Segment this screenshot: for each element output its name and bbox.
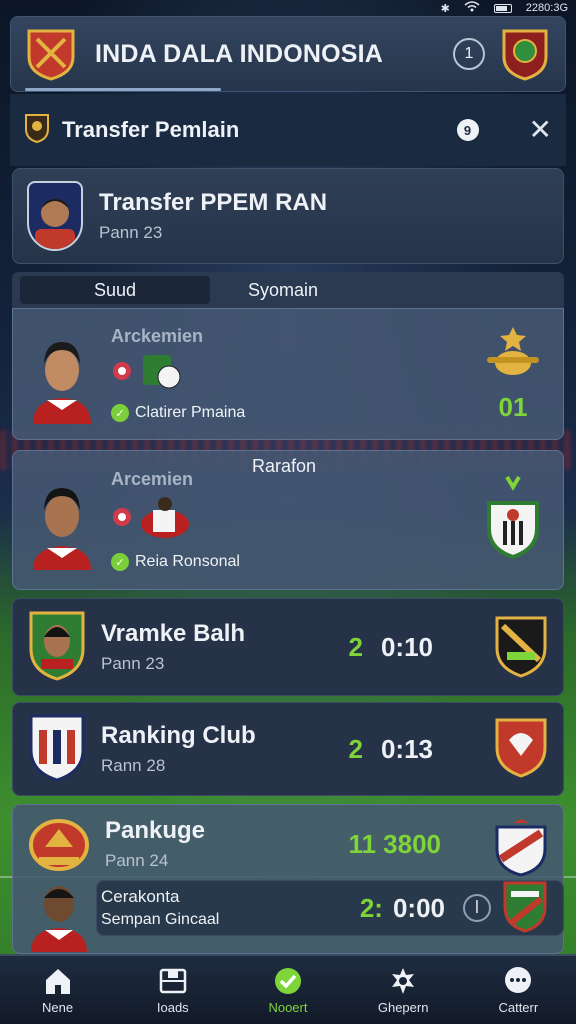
player-caption: Reia Ronsonal <box>135 553 240 570</box>
score-right: 0:13 <box>380 733 433 764</box>
header-underline <box>25 88 221 91</box>
app-title: INDA DALA INDONOSIA <box>95 39 384 68</box>
partner-crest-icon[interactable] <box>499 26 551 82</box>
close-button[interactable]: ✕ <box>529 116 552 144</box>
status-time: 2280:3G <box>525 2 568 14</box>
notification-badge[interactable]: 1 <box>453 38 485 70</box>
match-score: 2: 0:00 <box>360 893 445 924</box>
transfer-title: Transfer Pemlain <box>62 117 240 142</box>
nav-active-label: Nooert <box>268 999 308 1015</box>
transfer-bar: Transfer Pemlain 9 ✕ <box>10 94 566 166</box>
nav-squad[interactable]: Ioads <box>123 966 223 1015</box>
score-left: 2 <box>348 631 363 662</box>
club-crest-icon <box>25 26 77 82</box>
player-card[interactable]: Transfer PPEM RAN Pann 23 <box>12 168 564 264</box>
player-avatar <box>27 470 97 570</box>
nav-chat-label: Catterr <box>498 999 539 1015</box>
tab-bar: Suud Syomain <box>12 272 564 308</box>
player-subtitle: Pann 23 <box>99 223 163 242</box>
fixture-subtitle: Sempan Gincaal <box>101 911 220 928</box>
flag-icon <box>111 360 133 387</box>
club-badge-icon <box>27 609 87 686</box>
trophy-icon <box>483 325 543 386</box>
tab-squad[interactable]: Suud <box>20 276 210 304</box>
score-right: 0:10 <box>380 631 433 662</box>
section-label: Rarafon <box>252 456 317 476</box>
nav-home[interactable]: Nene <box>8 966 108 1015</box>
tab-players[interactable]: Syomain <box>248 276 318 304</box>
club-name: Ranking Club <box>101 722 256 749</box>
nav-active[interactable]: Nooert <box>238 966 338 1015</box>
wifi-icon <box>464 1 480 15</box>
opponent-crest-icon <box>493 716 549 783</box>
score-left: 2: <box>359 892 383 923</box>
player-name: Arckemien <box>111 326 204 346</box>
list-item[interactable]: Cerakonta Sempan Gincaal 2: 0:00 ꟾ <box>96 880 564 936</box>
nav-settings[interactable]: Ghepern <box>353 966 453 1015</box>
match-score: 2 0:10 <box>348 632 433 663</box>
match-score: 11 3800 <box>348 829 441 860</box>
club-crest-icon <box>483 473 543 568</box>
check-icon <box>273 966 303 996</box>
player-avatar <box>27 181 83 251</box>
club-subtitle: Pann 23 <box>101 654 165 673</box>
club-badge-icon <box>27 712 87 787</box>
bluetooth-icon: ✱ <box>440 2 450 15</box>
app-header: INDA DALA INDONOSIA 1 <box>10 16 566 92</box>
info-icon[interactable]: ꟾ <box>463 894 491 922</box>
settings-icon <box>388 966 418 996</box>
opponent-crest-icon <box>493 612 549 683</box>
battery-icon <box>493 3 512 13</box>
list-item[interactable]: Vramke Balh Pann 23 2 0:10 <box>12 598 564 696</box>
player-caption: Clatirer Pmaina <box>135 404 246 421</box>
player-avatar <box>27 882 91 957</box>
player-rating: 01 <box>498 392 528 422</box>
nav-squad-label: Ioads <box>156 999 189 1015</box>
status-bar: ✱ 2280:3G <box>0 0 576 16</box>
club-and-player-avatar <box>27 817 91 957</box>
opponent-crest-icon <box>493 819 549 882</box>
score-left: 11 3800 <box>348 829 441 859</box>
fixture-title: Cerakonta <box>101 887 180 906</box>
nav-settings-label: Ghepern <box>377 999 429 1015</box>
player-avatar <box>27 324 97 424</box>
club-badge-icon <box>27 817 91 882</box>
chat-icon <box>503 966 533 996</box>
bottom-nav: Nene Ioads Nooert Ghepern Catterr <box>0 954 576 1024</box>
score-left: 2 <box>348 733 363 764</box>
nav-home-label: Nene <box>42 999 74 1015</box>
list-item[interactable]: Ranking Club Rann 28 2 0:13 <box>12 702 564 796</box>
check-icon: ✓ <box>111 404 129 422</box>
club-subtitle: Pann 24 <box>105 851 169 870</box>
ball-icon <box>139 351 183 396</box>
nav-chat[interactable]: Catterr <box>468 966 568 1015</box>
home-icon <box>43 966 73 996</box>
transfer-shield-icon <box>24 113 50 148</box>
club-subtitle: Rann 28 <box>101 756 166 775</box>
player-name: Transfer PPEM RAN <box>99 189 328 216</box>
club-name: Vramke Balh <box>101 620 246 647</box>
match-score: 2 0:13 <box>348 734 433 765</box>
player-figure-icon <box>139 494 193 545</box>
squad-icon <box>158 966 188 996</box>
list-item[interactable]: Arckemien ✓ Clatirer Pmaina 01 <box>12 308 564 440</box>
info-button[interactable]: 9 <box>456 119 479 141</box>
opponent-crest-icon <box>501 879 549 938</box>
check-icon: ✓ <box>111 553 129 571</box>
club-name: Pankuge <box>105 817 206 844</box>
flag-icon <box>111 506 133 533</box>
score-right: 0:00 <box>392 892 445 923</box>
